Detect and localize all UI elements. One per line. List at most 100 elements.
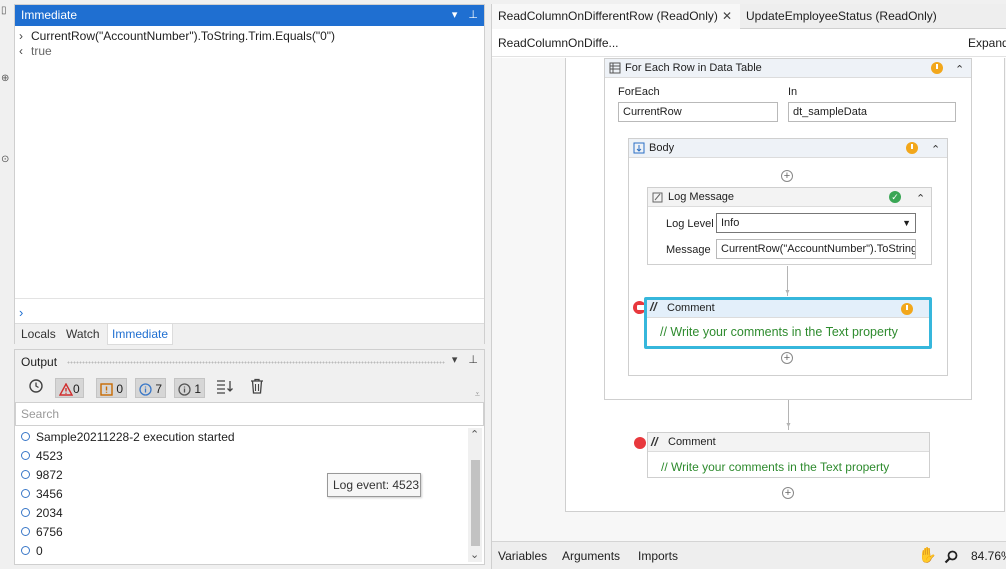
output-row[interactable]: 9872	[21, 466, 63, 485]
output-scroll-thumb[interactable]	[471, 460, 480, 546]
errors-count: 0	[73, 382, 80, 396]
output-row-text: 6756	[36, 525, 63, 539]
pin-icon[interactable]: ⊥	[468, 9, 478, 21]
output-row-text: 2034	[36, 506, 63, 520]
log-level-value: Info	[721, 217, 740, 229]
hand-pan-icon[interactable]: ✋	[918, 542, 937, 569]
side-tab-icon[interactable]: ▯	[1, 6, 13, 16]
arguments-panel-button[interactable]: Arguments	[562, 542, 620, 569]
tab-immediate[interactable]: Immediate	[107, 324, 174, 345]
info-circle-icon	[139, 383, 152, 396]
log-level-select[interactable]: Info ▼	[716, 213, 916, 233]
log-message-activity[interactable]: Log Message ✓ ⌃ Log Level Info ▼ Message…	[647, 187, 932, 265]
magnifier-icon[interactable]	[944, 542, 958, 569]
output-prefix-icon: ‹	[19, 44, 23, 58]
output-row[interactable]: 2034	[21, 504, 63, 523]
immediate-title-bar[interactable]: Immediate ▾ ⊥	[15, 5, 484, 26]
immediate-divider	[15, 298, 484, 299]
timer-icon	[906, 142, 918, 154]
scroll-up-icon[interactable]: ⌃	[470, 428, 479, 441]
toolbar-overflow-icon[interactable]: ⩡	[475, 389, 480, 400]
pin-icon[interactable]: ⊥	[468, 354, 478, 366]
info-filter-button[interactable]: 7	[135, 378, 167, 398]
tab-locals[interactable]: Locals	[17, 324, 60, 345]
immediate-expression[interactable]: CurrentRow("AccountNumber").ToString.Tri…	[31, 29, 335, 43]
datatable-in-field[interactable]: dt_sampleData	[788, 102, 956, 122]
add-activity-icon[interactable]: +	[781, 170, 793, 182]
tab-watch[interactable]: Watch	[62, 324, 104, 345]
body-header[interactable]: Body ⌃	[629, 139, 947, 158]
side-tab-activities-icon[interactable]: ⊕	[1, 74, 13, 84]
warnings-count: 0	[116, 382, 124, 396]
tab-updateemployee[interactable]: UpdateEmployeeStatus (ReadOnly)	[740, 4, 937, 29]
trace-filter-button[interactable]: 1	[174, 378, 206, 398]
output-row[interactable]: 3456	[21, 485, 63, 504]
input-prefix-icon: ›	[19, 29, 23, 43]
breakpoint-icon[interactable]	[634, 437, 646, 449]
foreach-variable-field[interactable]: CurrentRow	[618, 102, 778, 122]
collapse-chevron-icon[interactable]: ⌃	[916, 190, 925, 208]
immediate-prompt[interactable]: ›	[19, 305, 23, 320]
tab-readcolumn[interactable]: ReadColumnOnDifferentRow (ReadOnly) ✕	[492, 4, 740, 29]
comment-header[interactable]: // Comment	[647, 300, 929, 318]
designer-status-bar: Variables Arguments Imports ✋ 84.76%	[492, 541, 1006, 569]
comment-activity[interactable]: // Comment // Write your comments in the…	[647, 432, 930, 478]
output-title: Output	[21, 355, 58, 369]
chevron-down-icon[interactable]: ▾	[452, 354, 458, 366]
collapse-chevron-icon[interactable]: ⌃	[955, 61, 964, 79]
breadcrumb-bar: ReadColumnOnDiffe... Expand	[492, 29, 1006, 57]
designer-canvas: For Each Row in Data Table ⌃ ForEach In …	[492, 58, 1006, 541]
add-activity-icon[interactable]: +	[782, 487, 794, 499]
timestamp-toggle-icon[interactable]	[25, 378, 47, 398]
errors-filter-button[interactable]: 0	[55, 378, 84, 398]
output-row-text: Sample20211228-2 execution started	[36, 430, 235, 444]
output-row[interactable]: 0	[21, 542, 43, 561]
body-sequence[interactable]: Body ⌃ + Log Message ✓ ⌃ Log Level Info …	[628, 138, 948, 376]
chevron-down-icon[interactable]: ▾	[452, 9, 458, 21]
info-icon	[21, 546, 30, 556]
timer-icon	[901, 303, 913, 315]
output-row[interactable]: Sample20211228-2 execution started	[21, 428, 235, 447]
title-grip	[67, 361, 445, 364]
sort-list-icon[interactable]	[212, 378, 238, 398]
document-tab-strip: ReadColumnOnDifferentRow (ReadOnly) ✕ Up…	[492, 4, 1006, 29]
zoom-level[interactable]: 84.76%	[971, 542, 1006, 569]
warning-square-icon	[100, 383, 113, 397]
log-level-label: Log Level	[666, 218, 714, 230]
info-icon	[21, 432, 30, 442]
comment-text[interactable]: // Write your comments in the Text prope…	[661, 460, 889, 474]
scroll-down-icon[interactable]: ⌄	[470, 548, 479, 561]
connector-arrow-icon: ▼	[785, 422, 792, 429]
warnings-filter-button[interactable]: 0	[96, 378, 128, 398]
for-each-activity[interactable]: For Each Row in Data Table ⌃ ForEach In …	[604, 58, 972, 400]
trace-circle-icon	[178, 383, 191, 396]
output-title-bar[interactable]: Output ▾ ⊥	[15, 350, 484, 374]
comment-slashes-icon: //	[650, 300, 657, 314]
output-search-input[interactable]: Search	[15, 402, 484, 426]
dropdown-arrow-icon: ▼	[902, 218, 911, 228]
trace-count: 1	[194, 382, 202, 396]
comment-title: Comment	[667, 302, 715, 314]
table-icon	[609, 62, 621, 74]
breadcrumb[interactable]: ReadColumnOnDiffe...	[498, 36, 619, 50]
in-label: In	[788, 86, 798, 98]
comment-text[interactable]: // Write your comments in the Text prope…	[660, 325, 898, 339]
valid-check-icon: ✓	[889, 191, 901, 203]
message-field[interactable]: CurrentRow("AccountNumber").ToString.Tri	[716, 239, 916, 259]
side-tab-snippets-icon[interactable]: ⊙	[1, 155, 13, 165]
output-row[interactable]: 4523	[21, 447, 63, 466]
comment-header[interactable]: // Comment	[648, 433, 929, 452]
immediate-pane: Immediate ▾ ⊥ › CurrentRow("AccountNumber…	[14, 4, 485, 345]
close-icon[interactable]: ✕	[722, 4, 732, 29]
immediate-title: Immediate	[21, 8, 78, 22]
output-row[interactable]: 6756	[21, 523, 63, 542]
comment-activity-selected[interactable]: // Comment // Write your comments in the…	[644, 297, 932, 349]
clear-trash-icon[interactable]	[247, 378, 267, 398]
variables-panel-button[interactable]: Variables	[498, 542, 547, 569]
log-message-header[interactable]: Log Message ✓ ⌃	[648, 188, 931, 207]
collapse-chevron-icon[interactable]: ⌃	[931, 141, 940, 159]
expand-all-link[interactable]: Expand	[968, 36, 1006, 50]
for-each-header[interactable]: For Each Row in Data Table ⌃	[605, 59, 971, 78]
add-activity-icon[interactable]: +	[781, 352, 793, 364]
imports-panel-button[interactable]: Imports	[638, 542, 678, 569]
